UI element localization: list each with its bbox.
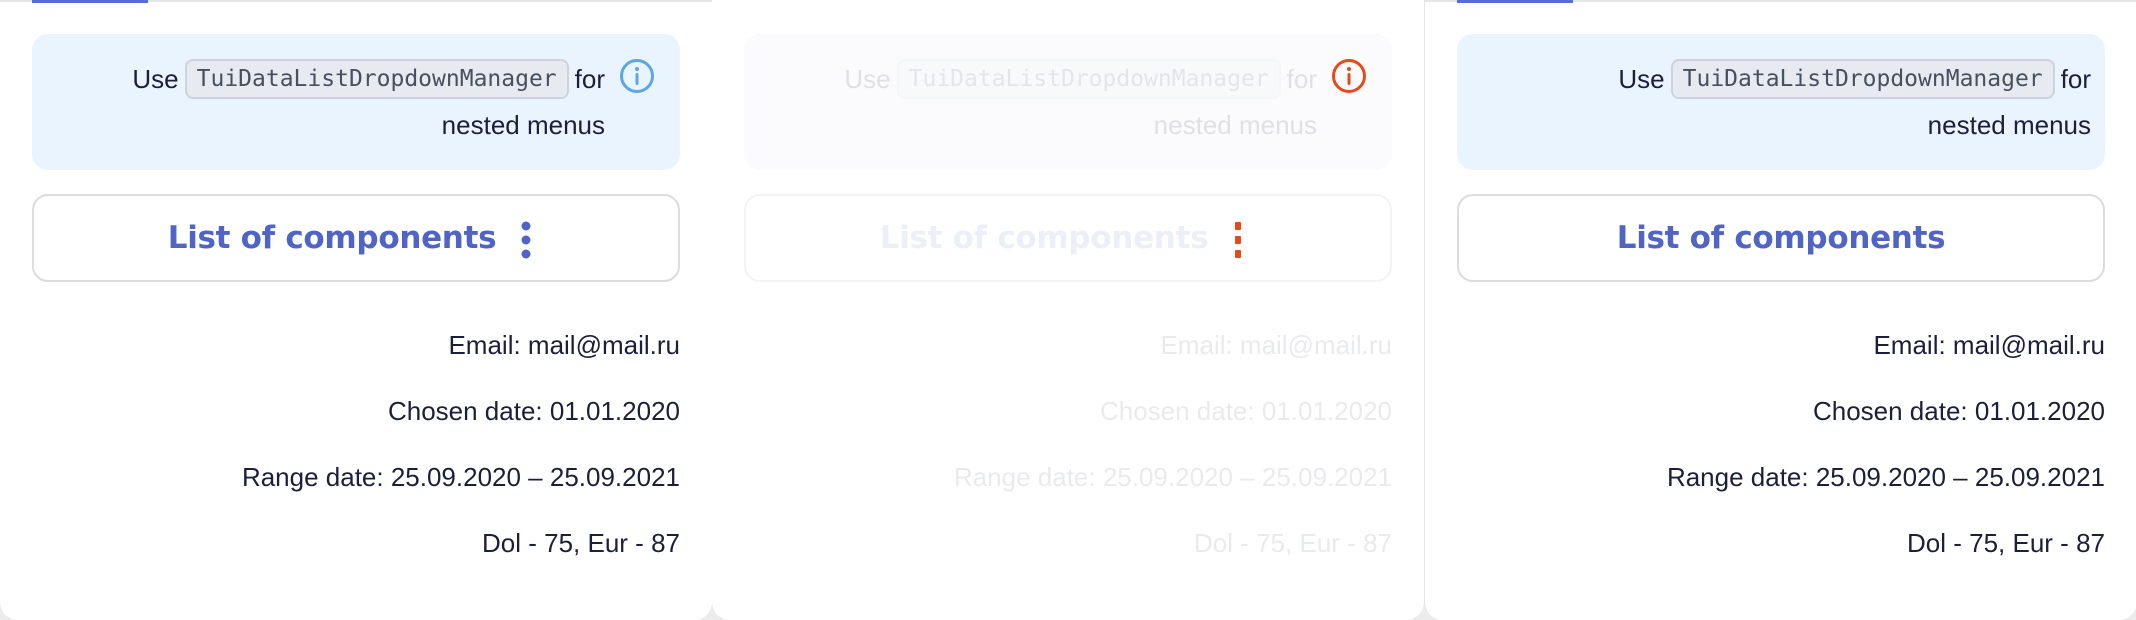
hint-second-line: nested menus — [1153, 110, 1317, 140]
chosen-date-line: Chosen date: 01.01.2020 — [387, 396, 680, 426]
hint-code: TuiDataListDropdownManager — [1670, 59, 2055, 99]
info-icon[interactable] — [619, 58, 655, 94]
list-of-components-button[interactable]: List of components — [1457, 194, 2105, 282]
hint-suffix: for — [1286, 64, 1317, 94]
email-line: Email: mail@mail.ru — [1160, 330, 1392, 360]
active-tab-indicator — [32, 0, 148, 3]
hint-second-line: nested menus — [441, 110, 605, 140]
hint-notification: Use TuiDataListDropdownManager for nested … — [744, 34, 1392, 170]
hint-suffix: for — [2060, 64, 2091, 94]
currency-line: Dol - 75, Eur - 87 — [1194, 528, 1392, 558]
list-of-components-label: List of components — [1616, 220, 1946, 256]
hint-notification: Use TuiDataListDropdownManager for nested … — [32, 34, 680, 170]
hint-text: Use TuiDataListDropdownManager for nested … — [1571, 56, 2091, 148]
currency-line: Dol - 75, Eur - 87 — [482, 528, 680, 558]
email-line: Email: mail@mail.ru — [1873, 330, 2105, 360]
chosen-date-line: Chosen date: 01.01.2020 — [1812, 396, 2105, 426]
panel-1: Use TuiDataListDropdownManager for nested … — [0, 0, 713, 620]
chosen-date-line: Chosen date: 01.01.2020 — [1099, 396, 1392, 426]
range-date-line: Range date: 25.09.2020 – 25.09.2021 — [241, 462, 680, 492]
hint-code: TuiDataListDropdownManager — [184, 59, 569, 99]
range-date-line: Range date: 25.09.2020 – 25.09.2021 — [1666, 462, 2105, 492]
more-vertical-icon[interactable] — [520, 220, 532, 260]
email-line: Email: mail@mail.ru — [448, 330, 680, 360]
info-list: Email: mail@mail.ru Chosen date: 01.01.2… — [60, 322, 680, 586]
hint-text: Use TuiDataListDropdownManager for nested … — [85, 56, 605, 148]
hint-prefix: Use — [844, 64, 891, 94]
hint-code: TuiDataListDropdownManager — [896, 59, 1281, 99]
info-icon[interactable] — [1331, 58, 1367, 94]
range-date-line: Range date: 25.09.2020 – 25.09.2021 — [953, 462, 1392, 492]
info-list: Email: mail@mail.ru Chosen date: 01.01.2… — [1485, 322, 2105, 586]
currency-line: Dol - 75, Eur - 87 — [1907, 528, 2105, 558]
more-vertical-icon[interactable] — [1232, 220, 1244, 260]
hint-notification: Use TuiDataListDropdownManager for nested … — [1457, 34, 2105, 170]
stage: Use TuiDataListDropdownManager for nested … — [0, 0, 2136, 620]
list-of-components-button[interactable]: List of components — [744, 194, 1392, 282]
list-of-components-label: List of components — [879, 220, 1209, 256]
hint-suffix: for — [574, 64, 605, 94]
panel-3: Use TuiDataListDropdownManager for nested … — [1424, 0, 2136, 620]
active-tab-indicator — [1457, 0, 1573, 3]
hint-second-line: nested menus — [1927, 110, 2091, 140]
hint-text: Use TuiDataListDropdownManager for nested … — [797, 56, 1317, 148]
hint-prefix: Use — [1618, 64, 1665, 94]
panel-2: Use TuiDataListDropdownManager for nested … — [712, 0, 1424, 620]
list-of-components-button[interactable]: List of components — [32, 194, 680, 282]
info-list: Email: mail@mail.ru Chosen date: 01.01.2… — [772, 322, 1392, 586]
hint-prefix: Use — [132, 64, 179, 94]
list-of-components-label: List of components — [167, 220, 497, 256]
